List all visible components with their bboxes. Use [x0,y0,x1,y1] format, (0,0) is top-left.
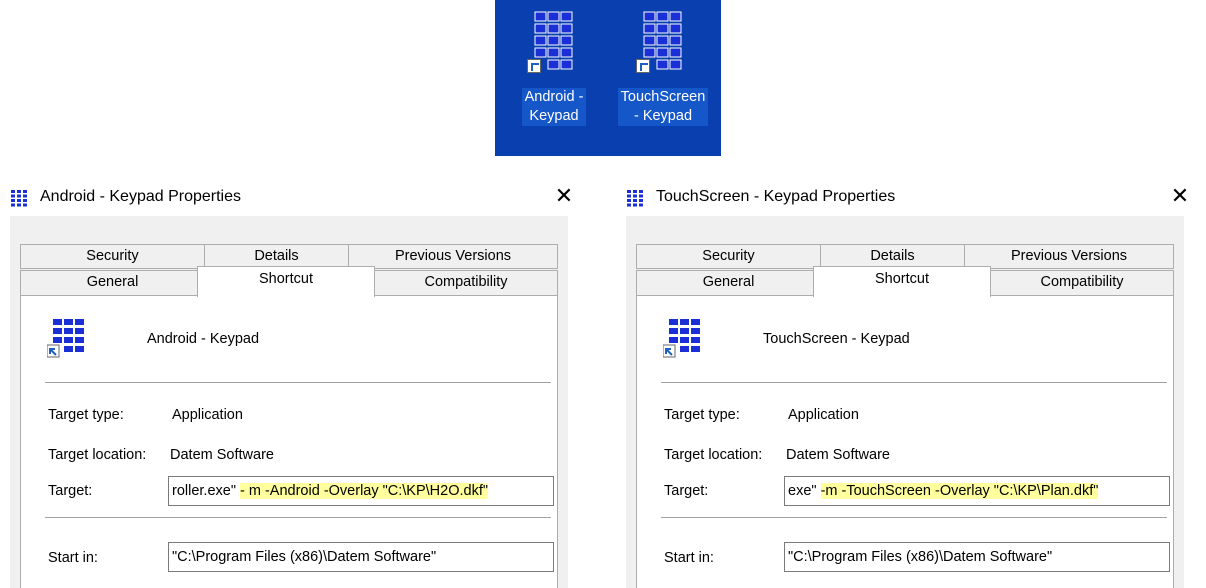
target-type-value: Application [172,407,243,423]
tab-compatibility[interactable]: Compatibility [990,270,1174,296]
target-text: roller.exe" [172,483,241,499]
tab-security[interactable]: Security [636,244,821,269]
keypad-grid-icon [11,190,27,207]
keypad-grid-icon [527,10,574,73]
shortcut-tab-page: Android - Keypad Target type: Applicatio… [20,295,558,588]
target-location-value: Datem Software [170,447,274,463]
start-in-label: Start in: [48,550,98,566]
shortcut-arrow-icon [636,59,650,73]
divider [45,517,551,518]
target-location-value: Datem Software [786,447,890,463]
target-text: exe" [788,483,821,499]
start-in-input[interactable]: "C:\Program Files (x86)\Datem Software" [784,542,1170,572]
tab-shortcut[interactable]: Shortcut [813,266,991,297]
properties-dialog-android: Android - Keypad Properties ✕ Security D… [0,176,590,588]
dialog-title: Android - Keypad Properties [40,188,241,205]
keypad-grid-icon [636,10,683,73]
dialog-title: TouchScreen - Keypad Properties [656,188,896,205]
desktop-icon-touchscreen-keypad[interactable]: TouchScreen - Keypad [613,10,713,126]
target-highlighted-text: - m -Android -Overlay "C:\KP\H2O.dkf" [240,483,489,499]
target-input[interactable]: exe" -m -TouchScreen -Overlay "C:\KP\Pla… [784,476,1170,506]
keypad-grid-icon [627,190,643,207]
keypad-grid-icon [46,318,85,368]
start-in-text: "C:\Program Files (x86)\Datem Software" [788,549,1053,565]
desktop-area: Android - Keypad TouchScreen - Keypad [495,0,721,156]
title-bar: Android - Keypad Properties ✕ [0,176,590,216]
divider [661,517,1167,518]
tab-previous-versions[interactable]: Previous Versions [348,244,558,269]
shortcut-name: TouchScreen - Keypad [763,331,910,347]
tab-compatibility[interactable]: Compatibility [374,270,558,296]
keypad-grid-icon [662,318,701,368]
divider [661,382,1167,383]
tab-previous-versions[interactable]: Previous Versions [964,244,1174,269]
tab-general[interactable]: General [636,270,821,296]
desktop-icon-label: Android - Keypad [521,88,587,126]
shortcut-arrow-icon [527,59,541,73]
shortcut-tab-page: TouchScreen - Keypad Target type: Applic… [636,295,1174,588]
close-icon[interactable]: ✕ [1164,180,1196,212]
target-input[interactable]: roller.exe" - m -Android -Overlay "C:\KP… [168,476,554,506]
target-location-label: Target location: [48,447,147,463]
desktop-icon-android-keypad[interactable]: Android - Keypad [504,10,604,126]
dialog-body: Security Details Previous Versions Gener… [10,216,568,588]
start-in-label: Start in: [664,550,714,566]
properties-dialog-touchscreen: TouchScreen - Keypad Properties ✕ Securi… [616,176,1206,588]
start-in-input[interactable]: "C:\Program Files (x86)\Datem Software" [168,542,554,572]
divider [45,382,551,383]
title-bar: TouchScreen - Keypad Properties ✕ [616,176,1206,216]
start-in-text: "C:\Program Files (x86)\Datem Software" [172,549,437,565]
close-icon[interactable]: ✕ [548,180,580,212]
tab-security[interactable]: Security [20,244,205,269]
target-label: Target: [48,483,93,499]
target-highlighted-text: -m -TouchScreen -Overlay "C:\KP\Plan.dkf… [820,483,1099,499]
tab-general[interactable]: General [20,270,205,296]
tab-shortcut[interactable]: Shortcut [197,266,375,297]
target-type-value: Application [788,407,859,423]
target-type-label: Target type: [48,407,124,423]
target-type-label: Target type: [664,407,740,423]
desktop-icon-label: TouchScreen - Keypad [617,88,709,126]
dialog-body: Security Details Previous Versions Gener… [626,216,1184,588]
target-location-label: Target location: [664,447,763,463]
shortcut-name: Android - Keypad [147,331,260,347]
target-label: Target: [664,483,709,499]
